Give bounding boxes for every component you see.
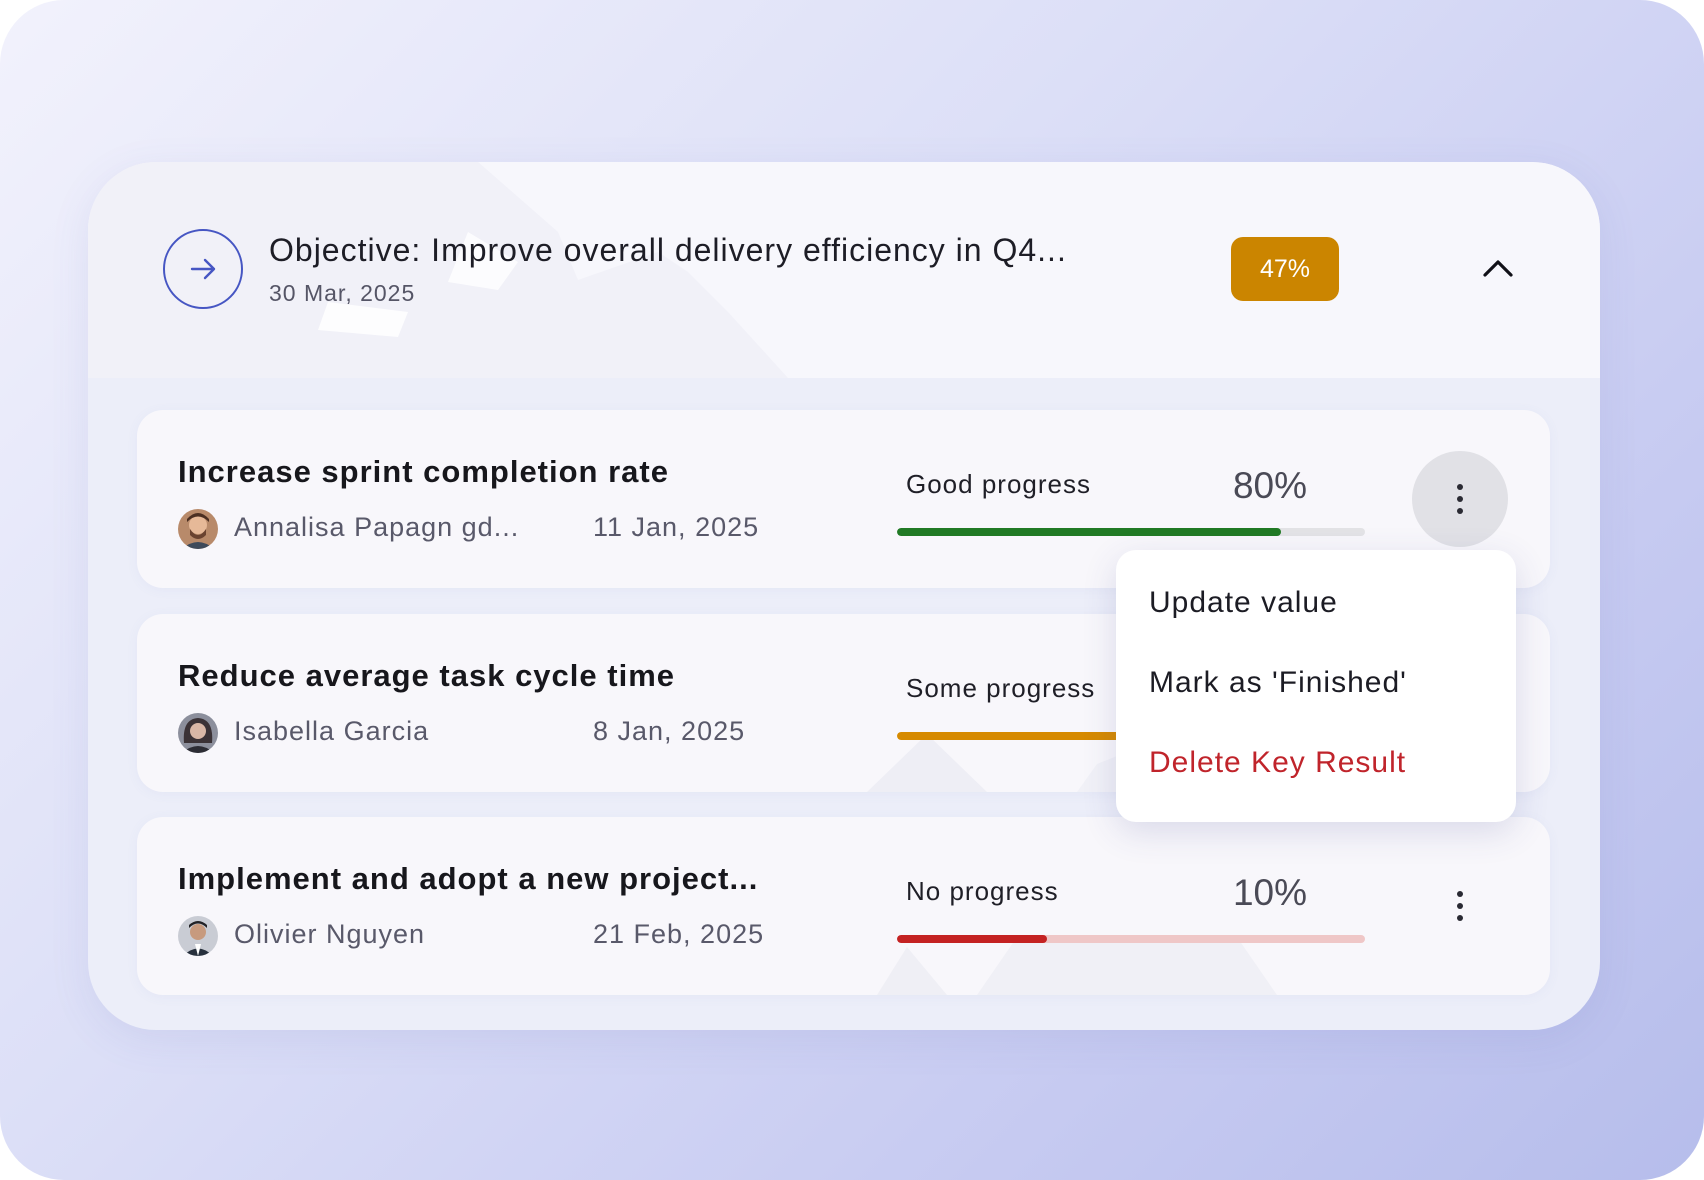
- key-result-title: Increase sprint completion rate: [178, 454, 669, 489]
- key-result-owner: Olivier Nguyen: [234, 919, 426, 949]
- avatar: [178, 713, 218, 753]
- objective-date: 30 Mar, 2025: [269, 280, 416, 306]
- more-options-button[interactable]: [1412, 858, 1508, 954]
- header-decoration: [88, 162, 788, 378]
- progress-fill: [897, 528, 1281, 536]
- key-result-date: 21 Feb, 2025: [593, 919, 765, 949]
- menu-item-update-value[interactable]: Update value: [1149, 580, 1338, 626]
- key-result-title: Reduce average task cycle time: [178, 658, 675, 693]
- more-options-button[interactable]: [1412, 451, 1508, 547]
- row-decoration: [877, 937, 1277, 995]
- avatar: [178, 509, 218, 549]
- key-result-context-menu: Update value Mark as 'Finished' Delete K…: [1116, 550, 1516, 822]
- objective-header[interactable]: Objective: Improve overall delivery effi…: [88, 162, 1600, 378]
- objective-progress-badge: 47%: [1231, 237, 1339, 301]
- key-result-status: Good progress: [906, 469, 1091, 499]
- key-result-status: Some progress: [906, 673, 1096, 703]
- progress-fill: [897, 732, 1131, 740]
- arrow-right-icon: [190, 258, 216, 280]
- collapse-button[interactable]: [1474, 244, 1522, 292]
- open-objective-button[interactable]: [163, 229, 243, 309]
- key-result-date: 8 Jan, 2025: [593, 716, 746, 746]
- key-result-title: Implement and adopt a new project...: [178, 861, 759, 896]
- key-result-owner: Annalisa Papagn gd...: [234, 512, 520, 542]
- key-result-percent: 80%: [1232, 465, 1307, 506]
- progress-fill: [897, 935, 1047, 943]
- avatar: [178, 916, 218, 956]
- menu-item-mark-finished[interactable]: Mark as 'Finished': [1149, 660, 1407, 706]
- key-result-status: No progress: [906, 876, 1059, 906]
- menu-item-delete-key-result[interactable]: Delete Key Result: [1149, 740, 1406, 786]
- key-result-date: 11 Jan, 2025: [593, 512, 760, 542]
- key-result-row[interactable]: Implement and adopt a new project... Oli…: [137, 817, 1550, 995]
- more-vertical-icon: [1457, 891, 1463, 921]
- app-background: Objective: Improve overall delivery effi…: [0, 0, 1704, 1180]
- progress-bar: [897, 935, 1365, 943]
- key-result-percent: 10%: [1232, 872, 1307, 913]
- key-result-owner: Isabella Garcia: [234, 716, 430, 746]
- progress-bar: [897, 528, 1365, 536]
- more-vertical-icon: [1457, 484, 1463, 514]
- chevron-up-icon: [1483, 260, 1513, 277]
- objective-title: Objective: Improve overall delivery effi…: [269, 232, 1067, 268]
